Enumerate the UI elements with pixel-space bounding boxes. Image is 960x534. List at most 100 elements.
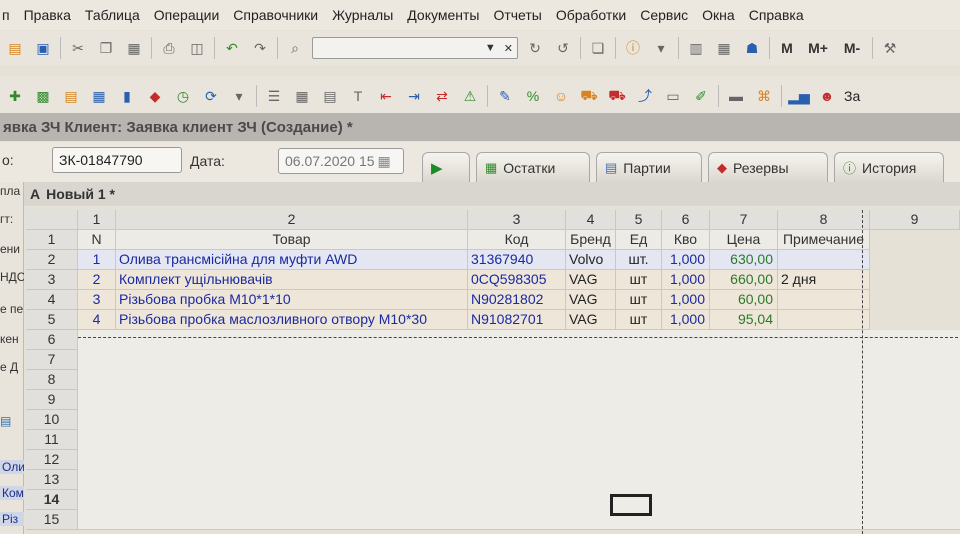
menu-item-edit[interactable]: Правка	[17, 7, 78, 23]
cell-brand[interactable]: VAG	[566, 290, 616, 310]
text-icon[interactable]: T	[347, 85, 369, 107]
form-icon[interactable]: ▤	[319, 85, 341, 107]
cell-code[interactable]: N91082701	[468, 310, 566, 330]
cut-icon[interactable]: ✂	[67, 37, 89, 59]
cell-price[interactable]: 60,00	[710, 290, 778, 310]
cell-code[interactable]: 0CQ598305	[468, 270, 566, 290]
cell-brand[interactable]: VAG	[566, 270, 616, 290]
menu-item-operations[interactable]: Операции	[147, 7, 227, 23]
pencil-icon[interactable]: ✐	[690, 85, 712, 107]
chevron-down-icon[interactable]: ▾	[228, 85, 250, 107]
memory-plus-button[interactable]: М+	[804, 37, 832, 59]
active-cell-cursor[interactable]	[610, 494, 652, 516]
row-header[interactable]: 11	[26, 430, 78, 450]
cell-qty[interactable]: 1,000	[662, 310, 710, 330]
cell-qty[interactable]: 1,000	[662, 290, 710, 310]
warning-icon[interactable]: ⚠	[459, 85, 481, 107]
columns-icon[interactable]: ▮	[116, 85, 138, 107]
menu-item-windows[interactable]: Окна	[695, 7, 742, 23]
cell-unit[interactable]: шт.	[616, 250, 662, 270]
memory-minus-button[interactable]: М-	[838, 37, 866, 59]
table-icon[interactable]: ▦	[88, 85, 110, 107]
column-header[interactable]: 5	[616, 210, 662, 230]
left-list-item[interactable]: Ком	[0, 486, 24, 500]
excel-icon[interactable]: ▩	[32, 85, 54, 107]
users-icon[interactable]: ☗	[741, 37, 763, 59]
document-icon[interactable]: ▭	[662, 85, 684, 107]
wrench-icon[interactable]: ⚒	[879, 37, 901, 59]
row-header[interactable]: 4	[26, 290, 78, 310]
table-header-code[interactable]: Код	[468, 230, 566, 250]
tab-batches[interactable]: ▤ Партии	[596, 152, 702, 182]
arrow-left-icon[interactable]: ⇤	[375, 85, 397, 107]
column-header[interactable]: 4	[566, 210, 616, 230]
close-icon[interactable]: ✕	[500, 42, 517, 55]
table-header-product[interactable]: Товар	[116, 230, 468, 250]
row-header[interactable]: 13	[26, 470, 78, 490]
cell-qty[interactable]: 1,000	[662, 270, 710, 290]
chevron-down-icon[interactable]: ▾	[650, 37, 672, 59]
card-icon[interactable]: ▬	[725, 85, 747, 107]
undo-icon[interactable]: ↶	[221, 37, 243, 59]
cell-code[interactable]: N90281802	[468, 290, 566, 310]
row-header[interactable]: 3	[26, 270, 78, 290]
paste-icon[interactable]: ▦	[123, 37, 145, 59]
new-document-icon[interactable]: ✚	[4, 85, 26, 107]
search-icon[interactable]: ⌕	[284, 37, 306, 59]
find-next-icon[interactable]: ↻	[524, 37, 546, 59]
column-header[interactable]: 2	[116, 210, 468, 230]
corner-cell[interactable]	[26, 210, 78, 230]
redo-icon[interactable]: ↷	[249, 37, 271, 59]
cell-price[interactable]: 630,00	[710, 250, 778, 270]
find-prev-icon[interactable]: ↺	[552, 37, 574, 59]
left-list-item[interactable]: Різ	[0, 512, 24, 526]
tag-icon[interactable]: ⌘	[753, 85, 775, 107]
report-icon[interactable]: ▤	[60, 85, 82, 107]
column-header[interactable]: 8	[778, 210, 870, 230]
date-field[interactable]: 06.07.2020 15 ▦	[278, 148, 404, 174]
toolbar-last-label[interactable]: За	[844, 88, 860, 104]
cell-product[interactable]: Олива трансмісійна для муфти AWD	[116, 250, 468, 270]
row-header[interactable]: 1	[26, 230, 78, 250]
cell-qty[interactable]: 1,000	[662, 250, 710, 270]
tab-stock[interactable]: ▦ Остатки	[476, 152, 590, 182]
menu-item-catalogs[interactable]: Справочники	[226, 7, 325, 23]
person-icon[interactable]: ☺	[550, 85, 572, 107]
save-icon[interactable]: ▣	[32, 37, 54, 59]
percent-icon[interactable]: %	[522, 85, 544, 107]
number-field[interactable]: ЗК-01847790	[52, 147, 182, 173]
column-header[interactable]: 6	[662, 210, 710, 230]
table-header-unit[interactable]: Ед	[616, 230, 662, 250]
calendar-icon[interactable]: ▦	[713, 37, 735, 59]
info-icon[interactable]: ⓘ	[622, 37, 644, 59]
cell-brand[interactable]: Volvo	[566, 250, 616, 270]
cell-n[interactable]: 2	[78, 270, 116, 290]
chart-icon[interactable]: ◆	[144, 85, 166, 107]
row-header[interactable]: 10	[26, 410, 78, 430]
chevron-down-icon[interactable]: ▼	[481, 42, 500, 54]
open-icon[interactable]: ▤	[4, 37, 26, 59]
search-input[interactable]: ▼ ✕	[312, 37, 518, 59]
calculator-icon[interactable]: ▥	[685, 37, 707, 59]
row-header[interactable]: 15	[26, 510, 78, 530]
menu-item-journals[interactable]: Журналы	[325, 7, 400, 23]
copy-icon[interactable]: ❐	[95, 37, 117, 59]
person-red-icon[interactable]: ☻	[816, 85, 838, 107]
table-header-price[interactable]: Цена	[710, 230, 778, 250]
row-header-active[interactable]: 14	[26, 490, 78, 510]
print-icon[interactable]: ⎙	[158, 37, 180, 59]
cell-note[interactable]: 2 дня	[778, 270, 870, 290]
memory-button[interactable]: М	[776, 37, 798, 59]
cell-code[interactable]: 31367940	[468, 250, 566, 270]
notes-icon[interactable]: ▤	[0, 414, 24, 428]
column-header[interactable]: 9	[870, 210, 960, 230]
cell-product[interactable]: Різьбова пробка маслозливного отвору M10…	[116, 310, 468, 330]
cell-n[interactable]: 1	[78, 250, 116, 270]
menu-item-service[interactable]: Сервис	[633, 7, 695, 23]
clock-icon[interactable]: ◷	[172, 85, 194, 107]
exchange-icon[interactable]: ⇄	[431, 85, 453, 107]
cell-note[interactable]	[778, 310, 870, 330]
row-header[interactable]: 9	[26, 390, 78, 410]
cell-unit[interactable]: шт	[616, 290, 662, 310]
table-header-n[interactable]: N	[78, 230, 116, 250]
